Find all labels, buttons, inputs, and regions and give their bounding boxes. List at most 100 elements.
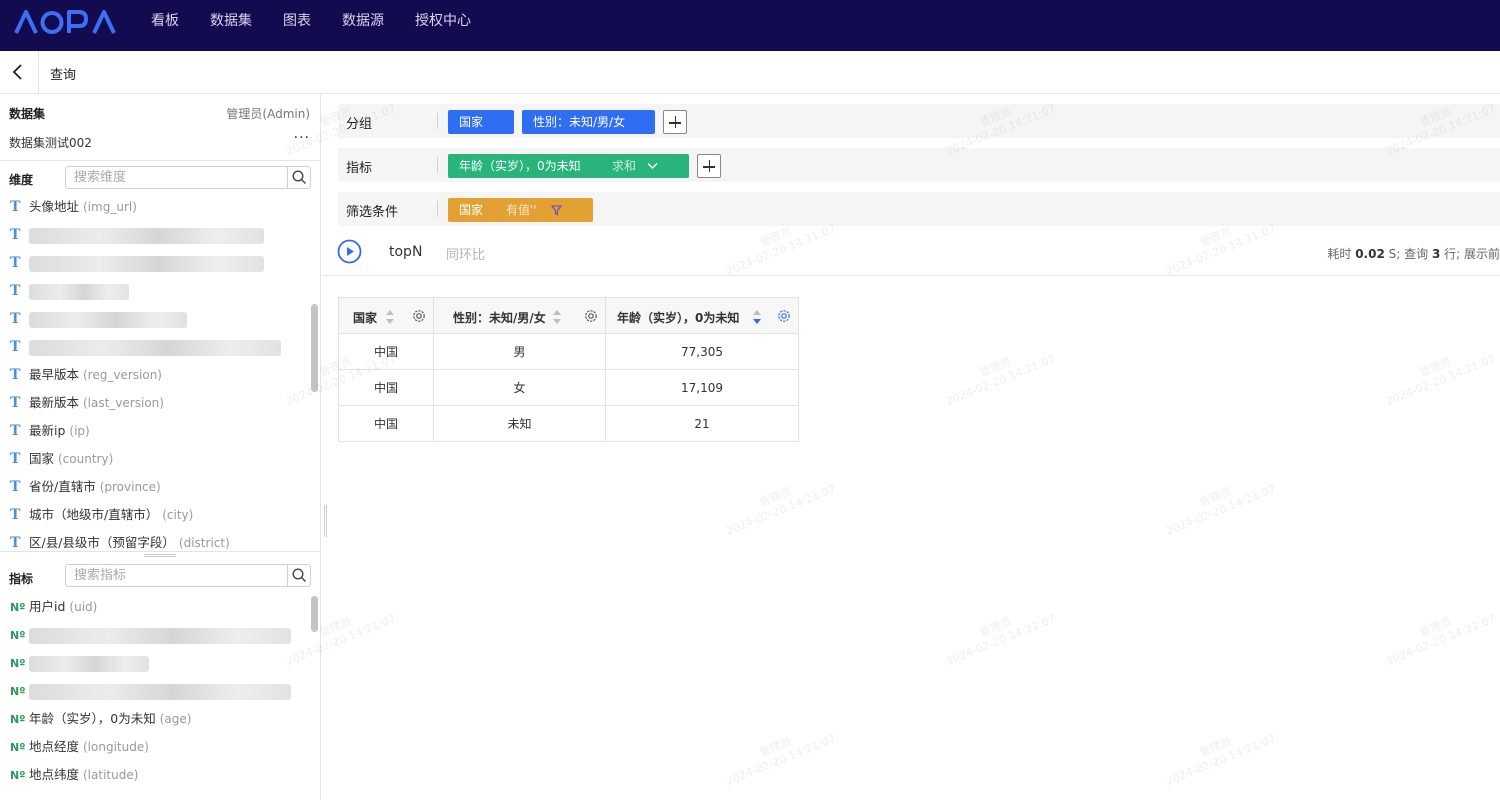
table-cell: 中国 — [338, 369, 434, 406]
filter-chip-country[interactable]: 国家 有值'' — [448, 198, 593, 222]
redacted-text — [29, 311, 187, 328]
number-type-icon: Nº — [10, 769, 26, 782]
dimension-item[interactable]: T 省份/直辖市 (province) — [0, 473, 308, 501]
filter-row: 筛选条件 国家 有值'' — [338, 192, 1500, 226]
number-type-icon: Nº — [10, 685, 26, 698]
redacted-text — [29, 339, 281, 356]
main-nav: 看板 数据集 图表 数据源 授权中心 — [151, 0, 502, 51]
table-cell: 男 — [433, 333, 606, 370]
gear-icon[interactable] — [412, 309, 426, 323]
metric-search-input[interactable] — [66, 565, 288, 586]
watermark: 管理员2024-02-20 14:21:07 — [944, 352, 1058, 408]
table-header-row: 国家 性别：未知/男/女 年龄（实岁），0为未知 — [338, 297, 799, 334]
sort-desc-icon[interactable] — [752, 309, 762, 325]
query-row-count: 3 — [1431, 247, 1441, 261]
topn-button[interactable]: topN — [389, 244, 422, 260]
column-header-age: 年龄（实岁），0为未知 — [605, 297, 799, 334]
dataset-name: 数据集测试002 — [9, 136, 92, 150]
metric-item-redacted[interactable]: Nº — [0, 621, 308, 649]
dimensions-label: 维度 — [9, 173, 34, 187]
divider — [0, 160, 321, 161]
metric-item[interactable]: Nº 用户id (uid) — [0, 593, 308, 621]
text-type-icon: T — [10, 479, 21, 495]
redacted-text — [29, 255, 264, 272]
dimension-search-button[interactable] — [287, 167, 310, 188]
group-chip-gender[interactable]: 性别：未知/男/女 — [522, 110, 655, 134]
nav-item-charts[interactable]: 图表 — [283, 0, 311, 51]
filter-chip-condition: 有值'' — [506, 203, 537, 217]
watermark: 管理员2024-02-20 14:21:07 — [1384, 352, 1498, 408]
nav-item-datasources[interactable]: 数据源 — [342, 0, 384, 51]
nav-item-datasets[interactable]: 数据集 — [210, 0, 252, 51]
table-row: 中国 女 17,109 — [338, 369, 799, 406]
metric-list: Nº 用户id (uid) Nº Nº Nº Nº 年龄（实岁），0为未知 (age… — [0, 593, 308, 800]
metric-item-redacted[interactable]: Nº — [0, 649, 308, 677]
redacted-text — [29, 283, 129, 300]
watermark: 管理员2024-02-20 14:21:07 — [724, 732, 838, 788]
dimension-item[interactable]: T 国家 (country) — [0, 445, 308, 473]
table-row: 中国 男 77,305 — [338, 333, 799, 370]
metric-chip-age[interactable]: 年龄（实岁），0为未知 求和 — [448, 154, 689, 178]
watermark: 管理员2024-02-20 14:21:07 — [1384, 612, 1498, 668]
dataset-label: 数据集 — [9, 107, 46, 121]
text-type-icon: T — [10, 199, 21, 215]
dimension-item-redacted[interactable]: T — [0, 221, 308, 249]
table-cell: 女 — [433, 369, 606, 406]
metric-scrollbar[interactable] — [311, 596, 318, 632]
gear-icon[interactable] — [777, 309, 791, 323]
dimension-search-input[interactable] — [66, 167, 288, 188]
dimension-scrollbar[interactable] — [311, 304, 318, 392]
text-type-icon: T — [10, 423, 21, 439]
table-cell: 中国 — [338, 333, 434, 370]
aopa-logo[interactable] — [14, 9, 122, 35]
back-button[interactable] — [0, 51, 39, 94]
metric-item[interactable]: Nº 地点经度 (longitude) — [0, 733, 308, 761]
play-icon[interactable] — [337, 239, 362, 264]
filter-chip-label: 国家 — [459, 203, 484, 217]
add-metric-button[interactable] — [697, 154, 721, 178]
text-type-icon: T — [10, 311, 21, 327]
watermark: 管理员2024-02-20 14:21:07 — [1164, 482, 1278, 538]
panel-split-handle[interactable] — [144, 554, 176, 557]
group-chip-country[interactable]: 国家 — [448, 110, 514, 134]
text-type-icon: T — [10, 395, 21, 411]
dimension-item[interactable]: T 最早版本 (reg_version) — [0, 361, 308, 389]
metric-search-button[interactable] — [287, 565, 310, 586]
table-cell: 中国 — [338, 405, 434, 442]
gear-icon[interactable] — [584, 309, 598, 323]
nav-item-dashboard[interactable]: 看板 — [151, 0, 179, 51]
row-separator — [437, 157, 438, 173]
redacted-text — [29, 683, 291, 700]
sort-icon[interactable] — [552, 309, 562, 325]
search-icon — [292, 170, 307, 185]
dimension-item[interactable]: T 区/县/县级市（预留字段） (district) — [0, 529, 308, 549]
dimension-item-redacted[interactable]: T — [0, 333, 308, 361]
metric-chip-label: 年龄（实岁），0为未知 — [459, 159, 581, 173]
nav-item-auth-center[interactable]: 授权中心 — [415, 0, 471, 51]
add-group-button[interactable] — [663, 110, 687, 134]
metric-item[interactable]: Nº 地点纬度 (latitude) — [0, 761, 308, 789]
dimension-item-redacted[interactable]: T — [0, 249, 308, 277]
yoy-button[interactable]: 同环比 — [446, 244, 485, 263]
dimension-item[interactable]: T 城市（地级市/直辖市） (city) — [0, 501, 308, 529]
dimension-item-redacted[interactable]: T — [0, 305, 308, 333]
metric-item-redacted[interactable]: Nº — [0, 677, 308, 705]
sort-icon[interactable] — [385, 309, 395, 325]
run-toolbar: topN 同环比 耗时 0.02 S; 查询 3 行; 展示前 — [322, 228, 1500, 276]
table-cell: 17,109 — [605, 369, 799, 406]
dimension-item-redacted[interactable]: T — [0, 277, 308, 305]
divider — [0, 551, 321, 552]
table-cell: 21 — [605, 405, 799, 442]
number-type-icon: Nº — [10, 713, 26, 726]
panel-resize-handle[interactable] — [324, 505, 327, 537]
table-cell: 77,305 — [605, 333, 799, 370]
metric-item[interactable]: Nº 年龄（实岁），0为未知 (age) — [0, 705, 308, 733]
text-type-icon: T — [10, 283, 21, 299]
group-row: 分组 国家 性别：未知/男/女 — [338, 104, 1500, 138]
dimension-item[interactable]: T 最新ip (ip) — [0, 417, 308, 445]
sub-header: 查询 — [0, 51, 1500, 94]
dimension-item[interactable]: T 最新版本 (last_version) — [0, 389, 308, 417]
dimension-item[interactable]: T 头像地址 (img_url) — [0, 193, 308, 221]
row-separator — [437, 113, 438, 129]
dataset-more-button[interactable]: ··· — [294, 130, 310, 146]
